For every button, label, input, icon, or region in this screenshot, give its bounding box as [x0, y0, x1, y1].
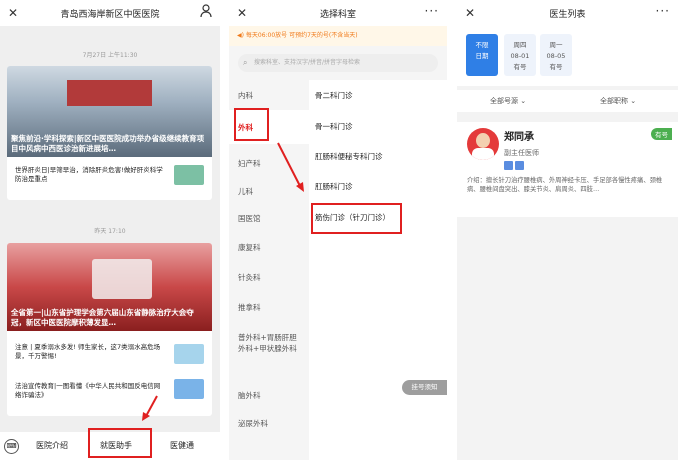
avatar-face — [476, 133, 490, 148]
page-title: 医生列表 — [549, 9, 586, 20]
date-availability: 有号 — [513, 63, 527, 71]
news-card[interactable]: 全省第一|山东省护理学会第六届山东省静脉治疗大会夺冠，新区中医医院摩积薄发显… … — [7, 243, 212, 416]
search-placeholder: 搜索科室、支持汉字/拼音/拼音字母检索 — [254, 59, 361, 66]
hospital-home-panel: ✕ 青岛西海岸新区中医医院 7月27日 上午11:30 聚焦前沿·学科探索|新区… — [0, 0, 220, 460]
clinic-item[interactable]: 骨一科门诊 — [315, 121, 353, 132]
doctor-title: 副主任医师 — [504, 149, 539, 157]
timestamp: 昨天 17:10 — [94, 228, 126, 235]
date-option[interactable]: 周一 08-05 有号 — [540, 34, 572, 76]
department-item[interactable]: 康复科 — [238, 242, 261, 253]
date-option[interactable]: 周四 08-01 有号 — [504, 34, 536, 76]
tab-health-link[interactable]: 医健通 — [170, 440, 194, 451]
filter-source-label: 全部号源 — [490, 97, 518, 105]
notice-text: 每天06:00放号 可预约7天的号(不含当天) — [245, 32, 358, 39]
filter-source-dropdown[interactable]: 全部号源 ⌄ — [490, 96, 526, 106]
news-headline: 全省第一|山东省护理学会第六届山东省静脉治疗大会夺冠，新区中医医院摩积薄发显… — [11, 308, 194, 327]
search-input[interactable]: ⌕ 搜索科室、支持汉字/拼音/拼音字母检索 — [238, 54, 438, 72]
date-weekday: 周一 — [549, 41, 563, 49]
department-item[interactable]: 普外科+胃肠肝胆外科+甲状腺外科 — [238, 332, 300, 354]
filter-title-label: 全部职称 — [600, 97, 628, 105]
chevron-down-icon: ⌄ — [630, 97, 637, 105]
department-item[interactable]: 儿科 — [238, 186, 253, 197]
department-item[interactable]: 针灸科 — [238, 272, 261, 283]
highlight-box — [234, 108, 269, 141]
home-topbar: ✕ 青岛西海岸新区中医医院 — [0, 0, 220, 26]
tag-icon — [515, 161, 524, 170]
annotation-arrow — [142, 395, 158, 421]
avatar — [467, 128, 499, 160]
news-card[interactable]: 聚焦前沿·学科探索|新区中医医院成功举办省级继续教育项目中风病中西医诊治新进展培… — [7, 66, 212, 200]
search-icon: ⌕ — [243, 58, 248, 67]
speaker-icon: ◀) — [237, 32, 246, 39]
chevron-down-icon: ⌄ — [520, 97, 527, 105]
news-item[interactable]: 世界肝炎日|早筛早治，消除肝炎危害!做好肝炎科学防治是重点 — [15, 166, 165, 184]
tag-icon — [504, 161, 513, 170]
date-option-any[interactable]: 不限 日期 — [466, 34, 498, 76]
close-icon[interactable]: ✕ — [237, 6, 247, 20]
availability-badge: 有号 — [651, 128, 672, 140]
date-value: 08-01 — [510, 52, 530, 60]
department-topbar: ✕ 选择科室 ··· — [229, 0, 447, 26]
department-item[interactable]: 内科 — [238, 90, 253, 101]
annotation-arrow — [277, 142, 304, 192]
news-photo[interactable]: 聚焦前沿·学科探索|新区中医医院成功举办省级继续教育项目中风病中西医诊治新进展培… — [7, 66, 212, 157]
more-icon[interactable]: ··· — [656, 4, 670, 18]
notice-banner: ◀) 每天06:00放号 可预约7天的号(不含当天) — [229, 26, 447, 46]
date-weekday: 周四 — [513, 41, 527, 49]
department-item[interactable]: 国医馆 — [238, 213, 261, 224]
tab-hospital-intro[interactable]: 医院介绍 — [36, 440, 68, 451]
highlight-box — [311, 203, 402, 234]
timestamp: 7月27日 上午11:30 — [82, 52, 138, 59]
doctor-card[interactable]: 郑同承 副主任医师 有号 介绍：擅长针刀治疗腰椎病、外周神经卡压、手足部各慢性疼… — [457, 122, 678, 217]
news-thumbnail — [174, 165, 204, 185]
doctor-intro: 介绍：擅长针刀治疗腰椎病、外周神经卡压、手足部各慢性疼痛、颈椎病、腰椎间盘突出、… — [467, 177, 663, 193]
department-item[interactable]: 脑外科 — [238, 390, 261, 401]
date-line: 不限 — [475, 41, 489, 49]
clinic-item[interactable]: 肛肠科便秘专科门诊 — [315, 151, 383, 162]
news-headline: 聚焦前沿·学科探索|新区中医医院成功举办省级继续教育项目中风病中西医诊治新进展培… — [11, 134, 205, 153]
department-item[interactable]: 推拿科 — [238, 302, 261, 313]
news-item[interactable]: 注意 | 夏季溺水多发! 师生家长，这7类溺水高危场景，千万警惕! — [15, 343, 165, 361]
close-icon[interactable]: ✕ — [465, 6, 475, 20]
doctor-list-panel: ✕ 医生列表 ··· 不限 日期 周四 08-01 有号 周一 08-05 有号… — [457, 0, 678, 460]
filter-bar: 全部号源 ⌄ 全部职称 ⌄ — [457, 90, 678, 112]
user-icon[interactable] — [200, 4, 212, 21]
department-item[interactable]: 泌尿外科 — [238, 418, 268, 429]
clinic-item[interactable]: 骨二科门诊 — [315, 90, 353, 101]
clinic-item[interactable]: 肛肠科门诊 — [315, 181, 353, 192]
clinic-list: 骨二科门诊 骨一科门诊 肛肠科便秘专科门诊 肛肠科门诊 筋伤门诊（针刀门诊） — [309, 80, 447, 460]
date-value: 08-05 — [546, 52, 566, 60]
news-photo[interactable]: 全省第一|山东省护理学会第六届山东省静脉治疗大会夺冠，新区中医医院摩积薄发显… — [7, 243, 212, 331]
department-select-panel: ✕ 选择科室 ··· ◀) 每天06:00放号 可预约7天的号(不含当天) ⌕ … — [229, 0, 447, 460]
date-selector: 不限 日期 周四 08-01 有号 周一 08-05 有号 — [457, 26, 678, 86]
highlight-box — [88, 428, 152, 458]
department-item[interactable]: 妇产科 — [238, 158, 261, 169]
people-decor — [92, 259, 152, 299]
page-title: 选择科室 — [319, 9, 356, 20]
news-thumbnail — [174, 344, 204, 364]
date-availability: 有号 — [549, 63, 563, 71]
avatar-coat — [472, 148, 494, 160]
banner-decor — [67, 80, 152, 106]
registration-notice-button[interactable]: 挂号须知 — [402, 380, 447, 395]
date-line: 日期 — [475, 52, 489, 60]
more-icon[interactable]: ··· — [425, 4, 439, 18]
page-title: 青岛西海岸新区中医医院 — [60, 9, 160, 20]
filter-title-dropdown[interactable]: 全部职称 ⌄ — [600, 96, 636, 106]
doctor-name: 郑同承 — [504, 132, 534, 143]
news-thumbnail — [174, 379, 204, 399]
doctor-topbar: ✕ 医生列表 ··· — [457, 0, 678, 26]
keyboard-icon[interactable]: ⌨ — [4, 439, 19, 454]
close-icon[interactable]: ✕ — [8, 6, 18, 20]
